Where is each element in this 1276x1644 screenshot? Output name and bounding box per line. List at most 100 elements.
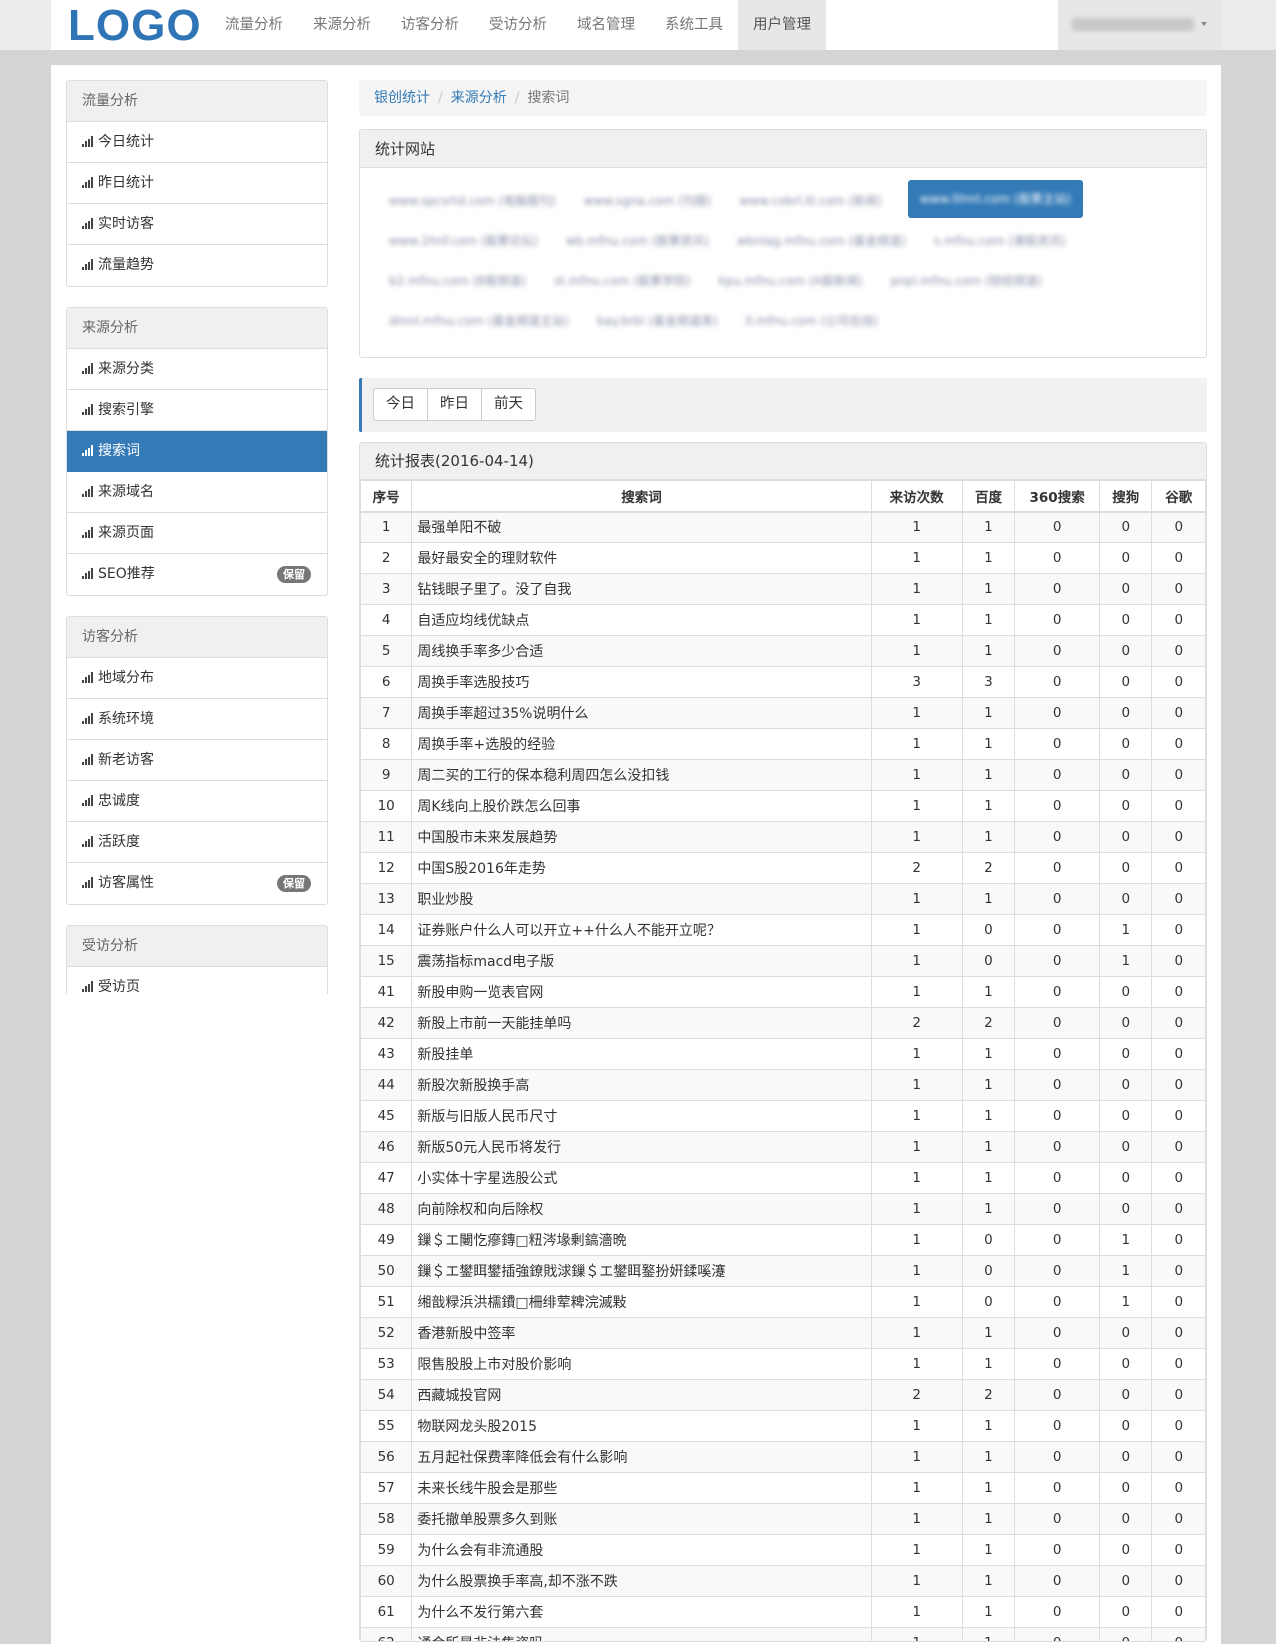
table-cell: 1 (870, 1627, 963, 1641)
sidebar-item[interactable]: 系统环境 (67, 699, 327, 740)
table-cell: 50 (360, 1255, 413, 1287)
sidebar-item[interactable]: 来源分类 (67, 349, 327, 390)
nav-item[interactable]: 流量分析 (210, 0, 298, 50)
nav-item[interactable]: 访客分析 (386, 0, 474, 50)
logo[interactable]: LOGO (68, 1, 202, 51)
site-link[interactable]: b2.mfnu.com (B股频道) (389, 272, 526, 288)
table-body: 1 最强单阳不破 1 1 0 0 0 2 最好最安全的理财软件 1 1 0 0 0 3 钻钱眼子里了。没了自我… (360, 511, 1206, 1641)
table-cell: 12 (360, 852, 413, 884)
site-link[interactable]: www.spcsrtd.com (电脑报刊) (389, 192, 556, 208)
table-cell: 1 (870, 542, 963, 574)
table-cell: 52 (360, 1317, 413, 1349)
table-cell: 57 (360, 1472, 413, 1504)
site-link[interactable]: www.cobrl.lll.com (新闻) (739, 192, 881, 208)
table-cell: 7 (360, 697, 413, 729)
breadcrumb-home-link[interactable]: 银创统计 (374, 90, 430, 106)
day-button[interactable]: 昨日 (427, 388, 482, 421)
site-link[interactable]: dmnl.mfnu.com (基金频道主站) (389, 312, 569, 328)
table-cell: 1 (870, 914, 963, 946)
table-cell: 0 (1099, 1503, 1153, 1535)
sidebar-item[interactable]: 来源域名 (67, 472, 327, 513)
day-button[interactable]: 今日 (373, 388, 428, 421)
nav-item[interactable]: 受访分析 (474, 0, 562, 50)
nav-item[interactable]: 域名管理 (562, 0, 650, 50)
table-header-row: 序号 搜索词 来访次数 百度 360搜索 搜狗 谷歌 (360, 480, 1206, 513)
table-cell: 47 (360, 1162, 413, 1194)
table-cell: 41 (360, 976, 413, 1008)
keyword-cell: 西藏城投官网 (411, 1379, 872, 1411)
site-link[interactable]: wbnlag.mfnu.com (基金频道) (737, 232, 906, 248)
breadcrumb-section-link[interactable]: 来源分析 (451, 90, 507, 106)
table-cell: 1 (961, 1038, 1016, 1070)
keyword-cell: 职业炒股 (411, 883, 872, 915)
table-cell: 1 (961, 1100, 1016, 1132)
sidebar-item[interactable]: 访客属性 保留 (67, 863, 327, 904)
site-link[interactable]: www.1hnf.com (股票论坛) (389, 232, 538, 248)
sidebar-item[interactable]: 今日统计 (67, 122, 327, 163)
signal-bars-icon (82, 981, 94, 992)
keyword-cell: 周换手率超过35%说明什么 (411, 697, 872, 729)
table-cell: 0 (1151, 1472, 1206, 1504)
site-label: www.lllnnl.com (股票主站) (919, 192, 1072, 206)
table-cell: 1 (961, 1410, 1016, 1442)
table-cell: 0 (1014, 1069, 1101, 1101)
nav-item[interactable]: 系统工具 (650, 0, 738, 50)
site-link[interactable]: s.mfnu.com (港股资讯) (934, 232, 1066, 248)
sidebar-item[interactable]: 流量趋势 (67, 245, 327, 286)
signal-bars-icon (82, 445, 94, 456)
keyword-cell: 物联网龙头股2015 (411, 1410, 872, 1442)
user-menu[interactable] (1058, 0, 1221, 50)
table-row: 41 新股申购一览表官网 1 1 0 0 0 (360, 976, 1206, 1008)
site-link[interactable]: pnpl.mfnu.com (财经频道) (891, 272, 1043, 288)
keyword-cell: 鏁＄エ闄忔瘮鏄□粈涔堟剰鎬濇晩 (411, 1224, 872, 1256)
sidebar-item[interactable]: 来源页面 (67, 513, 327, 554)
table-row: 14 证券账户什么人可以开立++什么人不能开立呢？ 1 0 0 1 0 (360, 914, 1206, 946)
nav-item[interactable]: 用户管理 (738, 0, 826, 50)
keyword-cell: 委托撤单股票多久到账 (411, 1503, 872, 1535)
sidebar-panel: 来源分析 来源分类 搜索引擎 搜索词 来源域名 来源页面 SEO推荐 保留 (66, 307, 328, 596)
signal-bars-icon (82, 877, 94, 888)
table-cell: 0 (1099, 1348, 1153, 1380)
sidebar-item[interactable]: 新老访客 (67, 740, 327, 781)
sidebar-item[interactable]: 昨日统计 (67, 163, 327, 204)
site-link[interactable]: bay.brbl (基金频道库) (597, 312, 718, 328)
table-row: 61 为什么不发行第六套 1 1 0 0 0 (360, 1596, 1206, 1628)
sidebar-item[interactable]: 实时访客 (67, 204, 327, 245)
site-row: www.spcsrtd.com (电脑报刊) www.sgna.com (刊报) w… (375, 179, 1191, 219)
sidebar-item[interactable]: SEO推荐 保留 (67, 554, 327, 595)
site-link[interactable]: www.lllnnl.com (股票主站) (907, 180, 1084, 218)
sidebar-item[interactable]: 搜索引擎 (67, 390, 327, 431)
sidebar-item[interactable]: 活跃度 (67, 822, 327, 863)
table-cell: 1 (961, 511, 1016, 543)
site-link[interactable]: wb.mfnu.com (股票资讯) (566, 232, 709, 248)
table-cell: 0 (1014, 759, 1101, 791)
sidebar-item[interactable]: 受访页 (67, 967, 327, 994)
table-cell: 0 (1014, 573, 1101, 605)
sidebar-item-label: 昨日统计 (98, 175, 154, 191)
table-cell: 0 (1151, 852, 1206, 884)
table-cell: 0 (1099, 1100, 1153, 1132)
table-cell: 0 (1014, 1038, 1101, 1070)
sidebar-item[interactable]: 忠诚度 (67, 781, 327, 822)
table-cell: 2 (870, 1379, 963, 1411)
table-cell: 1 (1099, 914, 1153, 946)
table-cell: 1 (961, 1193, 1016, 1225)
keyword-cell: 最好最安全的理财软件 (411, 542, 872, 574)
table-cell: 0 (1151, 1193, 1206, 1225)
site-link[interactable]: st.mfnu.com (股票学院) (554, 272, 691, 288)
table-cell: 43 (360, 1038, 413, 1070)
table-cell: 1 (870, 1472, 963, 1504)
table-cell: 44 (360, 1069, 413, 1101)
table-cell: 14 (360, 914, 413, 946)
table-cell: 0 (1151, 821, 1206, 853)
site-link[interactable]: kpu.mfnu.com (A股新闻) (719, 272, 863, 288)
table-cell: 3 (870, 666, 963, 698)
table-cell: 0 (1014, 1472, 1101, 1504)
reserved-badge: 保留 (277, 875, 311, 892)
nav-item[interactable]: 来源分析 (298, 0, 386, 50)
sidebar-item[interactable]: 搜索词 (67, 431, 327, 472)
site-link[interactable]: www.sgna.com (刊报) (584, 192, 712, 208)
site-link[interactable]: ll.mfnu.com (公司在线) (746, 312, 878, 328)
sidebar-item[interactable]: 地域分布 (67, 658, 327, 699)
day-button[interactable]: 前天 (481, 388, 536, 421)
